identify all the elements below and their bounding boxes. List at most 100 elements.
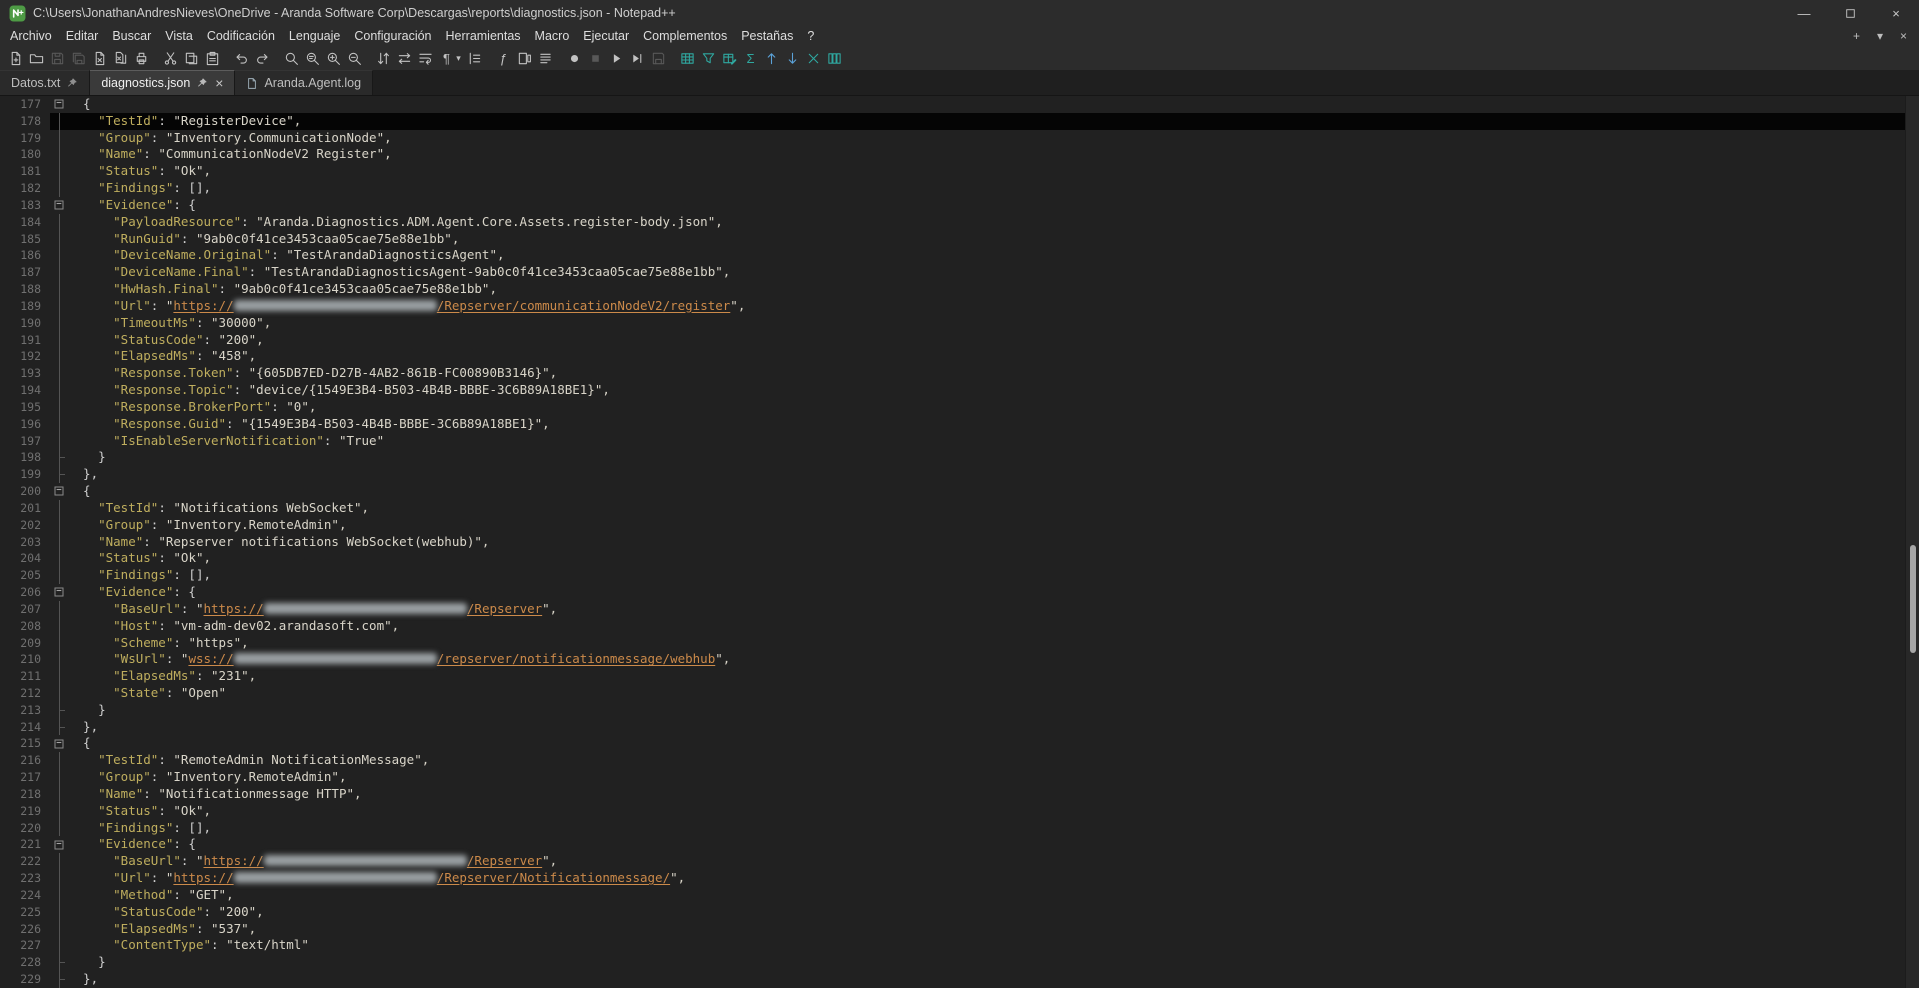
url-link[interactable]: /Repserver xyxy=(467,601,542,616)
code-content[interactable]: "RunGuid": "9ab0c0f41ce3453caa05cae75e88… xyxy=(68,231,1919,248)
fold-collapse-marker[interactable]: − xyxy=(55,840,64,849)
line-number[interactable]: 213 xyxy=(0,702,50,719)
code-content[interactable]: "ContentType": "text/html" xyxy=(68,937,1919,954)
code-content[interactable]: "TestId": "Notifications WebSocket", xyxy=(68,500,1919,517)
code-content[interactable]: "Findings": [], xyxy=(68,820,1919,837)
code-content[interactable]: }, xyxy=(68,719,1919,736)
code-content[interactable]: { xyxy=(68,483,1919,500)
code-content[interactable]: "Status": "Ok", xyxy=(68,550,1919,567)
line-number[interactable]: 216 xyxy=(0,752,50,769)
line-number[interactable]: 188 xyxy=(0,281,50,298)
sync-horizontal-scroll-button[interactable] xyxy=(395,49,414,68)
line-number[interactable]: 204 xyxy=(0,550,50,567)
close-all-files-button[interactable] xyxy=(111,49,130,68)
replace-button[interactable] xyxy=(303,49,322,68)
fold-collapse-marker[interactable]: − xyxy=(55,487,64,496)
start-record-macro-button[interactable] xyxy=(565,49,584,68)
line-number[interactable]: 210 xyxy=(0,651,50,668)
url-link[interactable]: https:// xyxy=(203,601,263,616)
code-content[interactable]: "Status": "Ok", xyxy=(68,163,1919,180)
close-window-button[interactable]: × xyxy=(1873,0,1919,26)
editor[interactable]: 177− {178 "TestId": "RegisterDevice",179… xyxy=(0,96,1919,988)
menu-item-herramientas[interactable]: Herramientas xyxy=(439,29,528,43)
tab-diagnostics-json[interactable]: diagnostics.json× xyxy=(90,70,235,95)
code-content[interactable]: "StatusCode": "200", xyxy=(68,332,1919,349)
code-content[interactable]: }, xyxy=(68,971,1919,988)
line-number[interactable]: 226 xyxy=(0,921,50,938)
menu-item-complementos[interactable]: Complementos xyxy=(636,29,734,43)
scrollbar-thumb[interactable] xyxy=(1910,545,1916,653)
close-tab-icon[interactable]: × xyxy=(215,76,223,90)
line-number[interactable]: 214 xyxy=(0,719,50,736)
code-content[interactable]: "ElapsedMs": "537", xyxy=(68,921,1919,938)
save-all-button[interactable] xyxy=(69,49,88,68)
line-number[interactable]: 200 xyxy=(0,483,50,500)
code-content[interactable]: "Host": "vm-adm-dev02.arandasoft.com", xyxy=(68,618,1919,635)
line-number[interactable]: 180 xyxy=(0,146,50,163)
line-number[interactable]: 182 xyxy=(0,180,50,197)
code-content[interactable]: "BaseUrl": "https:///Repserver", xyxy=(68,853,1919,870)
code-content[interactable]: "Scheme": "https", xyxy=(68,635,1919,652)
line-number[interactable]: 183 xyxy=(0,197,50,214)
code-content[interactable]: "Response.Token": "{605DB7ED-D27B-4AB2-8… xyxy=(68,365,1919,382)
code-content[interactable]: "StatusCode": "200", xyxy=(68,904,1919,921)
code-content[interactable]: { xyxy=(68,735,1919,752)
pin-icon[interactable] xyxy=(66,77,78,89)
url-link[interactable]: https:// xyxy=(173,298,233,313)
code-content[interactable]: "Response.Topic": "device/{1549E3B4-B503… xyxy=(68,382,1919,399)
line-number[interactable]: 189 xyxy=(0,298,50,315)
line-number[interactable]: 179 xyxy=(0,130,50,147)
sync-vertical-scroll-button[interactable] xyxy=(374,49,393,68)
line-number[interactable]: 229 xyxy=(0,971,50,988)
code-content[interactable]: "DeviceName.Original": "TestArandaDiagno… xyxy=(68,247,1919,264)
code-content[interactable]: "Name": "CommunicationNodeV2 Register", xyxy=(68,146,1919,163)
line-number[interactable]: 201 xyxy=(0,500,50,517)
open-file-button[interactable] xyxy=(27,49,46,68)
code-content[interactable]: "Name": "Notificationmessage HTTP", xyxy=(68,786,1919,803)
line-number[interactable]: 227 xyxy=(0,937,50,954)
fold-collapse-marker[interactable]: − xyxy=(55,201,64,210)
plugin-columns-button[interactable] xyxy=(825,49,844,68)
url-link[interactable]: /Repserver xyxy=(467,853,542,868)
line-number[interactable]: 178 xyxy=(0,113,50,130)
code-content[interactable]: }, xyxy=(68,466,1919,483)
menu-item-archivo[interactable]: Archivo xyxy=(3,29,59,43)
fold-collapse-marker[interactable]: − xyxy=(55,739,64,748)
line-number[interactable]: 224 xyxy=(0,887,50,904)
fold-collapse-marker[interactable]: − xyxy=(55,100,64,109)
line-number[interactable]: 217 xyxy=(0,769,50,786)
fold-collapse-marker[interactable]: − xyxy=(55,588,64,597)
copy-button[interactable] xyxy=(182,49,201,68)
code-content[interactable]: "Name": "Repserver notifications WebSock… xyxy=(68,534,1919,551)
code-content[interactable]: "Response.Guid": "{1549E3B4-B503-4B4B-BB… xyxy=(68,416,1919,433)
code-content[interactable]: "TimeoutMs": "30000", xyxy=(68,315,1919,332)
line-number[interactable]: 191 xyxy=(0,332,50,349)
url-link[interactable]: https:// xyxy=(173,870,233,885)
line-number[interactable]: 219 xyxy=(0,803,50,820)
stop-record-macro-button[interactable] xyxy=(586,49,605,68)
code-content[interactable]: "Url": "https:///Repserver/Notificationm… xyxy=(68,870,1919,887)
line-number[interactable]: 212 xyxy=(0,685,50,702)
line-number[interactable]: 187 xyxy=(0,264,50,281)
menu-item-help[interactable]: ? xyxy=(800,29,821,43)
plugin-clear-button[interactable] xyxy=(804,49,823,68)
code-content[interactable]: "Url": "https:///Repserver/communication… xyxy=(68,298,1919,315)
line-number[interactable]: 184 xyxy=(0,214,50,231)
code-content[interactable]: } xyxy=(68,449,1919,466)
menu-item-vista[interactable]: Vista xyxy=(158,29,200,43)
line-number[interactable]: 190 xyxy=(0,315,50,332)
pin-icon[interactable] xyxy=(196,77,208,89)
code-content[interactable]: "Group": "Inventory.RemoteAdmin", xyxy=(68,769,1919,786)
menubar-overflow-button[interactable]: ▾ xyxy=(1877,29,1883,43)
line-number[interactable]: 208 xyxy=(0,618,50,635)
code-content[interactable]: "IsEnableServerNotification": "True" xyxy=(68,433,1919,450)
tab-datos-txt[interactable]: Datos.txt xyxy=(0,70,90,95)
menu-item-macro[interactable]: Macro xyxy=(528,29,577,43)
find-button[interactable] xyxy=(282,49,301,68)
url-link[interactable]: wss:// xyxy=(188,651,233,666)
zoom-in-button[interactable] xyxy=(324,49,343,68)
run-macro-multiple-button[interactable] xyxy=(628,49,647,68)
menu-item-codificacion[interactable]: Codificación xyxy=(200,29,282,43)
line-number[interactable]: 192 xyxy=(0,348,50,365)
line-number[interactable]: 198 xyxy=(0,449,50,466)
